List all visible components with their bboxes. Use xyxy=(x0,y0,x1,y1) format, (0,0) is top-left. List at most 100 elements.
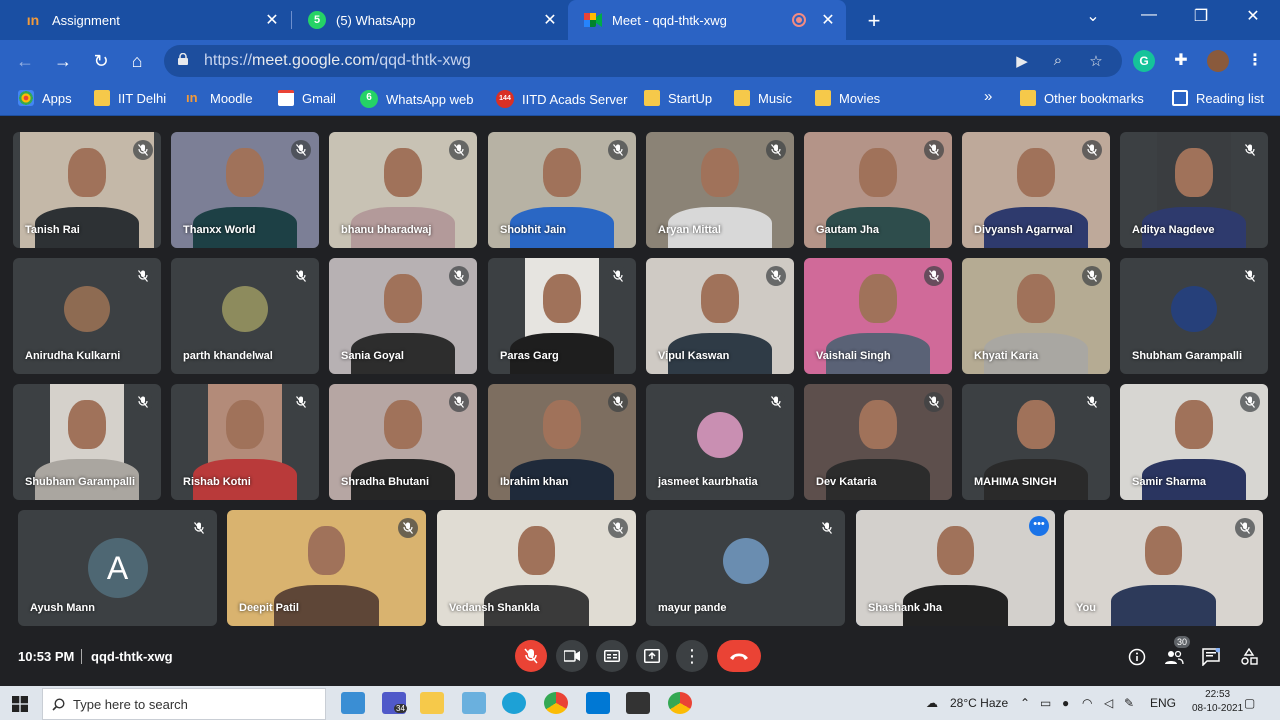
participant-tile[interactable]: Anirudha Kulkarni xyxy=(13,258,161,374)
participant-tile[interactable]: Tanish Rai xyxy=(13,132,161,248)
tab-assignment[interactable]: ın Assignment ✕ xyxy=(8,0,290,40)
file-explorer-icon[interactable] xyxy=(420,692,444,714)
bookmark-apps[interactable]: Apps xyxy=(18,90,72,106)
present-button[interactable] xyxy=(636,640,668,672)
close-icon[interactable]: ✕ xyxy=(264,10,280,30)
home-icon[interactable]: ⌂ xyxy=(124,48,150,74)
people-button[interactable] xyxy=(1163,646,1185,668)
new-tab-icon[interactable]: + xyxy=(862,8,886,34)
participant-tile[interactable]: Aryan Mittal xyxy=(646,132,794,248)
participant-tile[interactable]: A Ayush Mann xyxy=(18,510,217,626)
microphone-icon[interactable]: ● xyxy=(1062,696,1069,710)
back-icon[interactable]: ← xyxy=(12,48,38,74)
extensions-icon[interactable]: ✚ xyxy=(1170,50,1192,72)
tab-search-icon[interactable]: ⌄ xyxy=(1078,6,1108,26)
participant-tile[interactable]: Vipul Kaswan xyxy=(646,258,794,374)
address-bar[interactable]: https://meet.google.com/qqd-thtk-xwg ▶ ⌕… xyxy=(164,45,1122,77)
participant-tile[interactable]: jasmeet kaurbhatia xyxy=(646,384,794,500)
participant-tile[interactable]: Aditya Nagdeve xyxy=(1120,132,1268,248)
edge-icon[interactable] xyxy=(502,692,526,714)
participant-tile[interactable]: Gautam Jha xyxy=(804,132,952,248)
camera-toggle-button[interactable] xyxy=(556,640,588,672)
bookmark-other[interactable]: Other bookmarks xyxy=(1020,90,1144,106)
restore-icon[interactable]: ❐ xyxy=(1186,6,1216,26)
bookmarks-overflow-icon[interactable]: » xyxy=(984,88,992,105)
chrome-profile-icon[interactable] xyxy=(668,692,692,714)
participant-tile[interactable]: You xyxy=(1064,510,1263,626)
windows-start-icon[interactable] xyxy=(12,696,28,712)
bookmark-iitd-acads[interactable]: 144 IITD Acads Server xyxy=(496,90,627,108)
vscode-icon[interactable] xyxy=(586,692,610,714)
bookmark-iit-delhi[interactable]: IIT Delhi xyxy=(94,90,166,106)
participant-tile[interactable]: Divyansh Agarrwal xyxy=(962,132,1110,248)
leave-call-button[interactable] xyxy=(717,640,761,672)
close-icon[interactable]: ✕ xyxy=(820,10,836,30)
forward-icon[interactable]: → xyxy=(50,48,76,74)
tray-expand-icon[interactable]: ⌃ xyxy=(1020,696,1030,710)
participant-tile[interactable]: Paras Garg xyxy=(488,258,636,374)
participant-tile[interactable]: mayur pande xyxy=(646,510,845,626)
terminal-icon[interactable] xyxy=(626,692,650,714)
participant-tile[interactable]: Samir Sharma xyxy=(1120,384,1268,500)
teams-icon[interactable]: 34 xyxy=(382,692,407,714)
notepad-icon[interactable] xyxy=(462,692,486,714)
language-indicator[interactable]: ENG xyxy=(1150,696,1176,710)
mic-toggle-button[interactable] xyxy=(515,640,547,672)
close-window-icon[interactable]: ✕ xyxy=(1238,6,1268,26)
participant-tile[interactable]: Deepit Patil xyxy=(227,510,426,626)
participant-tile[interactable]: ••• Shashank Jha xyxy=(856,510,1055,626)
zoom-icon[interactable]: ⌕ xyxy=(1048,52,1068,72)
weather-text[interactable]: 28°C Haze xyxy=(950,696,1008,710)
meeting-details-button[interactable] xyxy=(1126,646,1148,668)
taskbar-search-box[interactable]: Type here to search xyxy=(42,688,326,720)
volume-icon[interactable]: ◁ xyxy=(1104,696,1113,710)
participant-tile[interactable]: parth khandelwal xyxy=(171,258,319,374)
participant-tile[interactable]: Rishab Kotni xyxy=(171,384,319,500)
participant-tile[interactable]: Shubham Garampalli xyxy=(13,384,161,500)
bookmark-star-icon[interactable]: ☆ xyxy=(1086,52,1106,72)
participant-tile[interactable]: Sania Goyal xyxy=(329,258,477,374)
menu-icon[interactable]: ⋮ xyxy=(1244,50,1266,72)
participant-tile[interactable]: bhanu bharadwaj xyxy=(329,132,477,248)
participant-tile[interactable]: MAHIMA SINGH xyxy=(962,384,1110,500)
avatar[interactable] xyxy=(1207,50,1229,72)
bookmark-startup[interactable]: StartUp xyxy=(644,90,712,106)
bookmark-music[interactable]: Music xyxy=(734,90,792,106)
participant-tile[interactable]: Thanxx World xyxy=(171,132,319,248)
pen-icon[interactable]: ✎ xyxy=(1124,696,1134,710)
grammarly-icon[interactable]: G xyxy=(1133,50,1155,72)
tile-options-icon[interactable]: ••• xyxy=(1029,516,1049,536)
minimize-icon[interactable]: — xyxy=(1134,6,1164,24)
tab-whatsapp[interactable]: 5 (5) WhatsApp ✕ xyxy=(292,0,568,40)
weather-icon[interactable]: ☁ xyxy=(926,696,938,710)
task-view-icon[interactable] xyxy=(341,692,365,714)
participant-tile[interactable]: Shubham Garampalli xyxy=(1120,258,1268,374)
participant-tile[interactable]: Vedansh Shankla xyxy=(437,510,636,626)
reading-list[interactable]: Reading list xyxy=(1172,90,1264,106)
chrome-icon[interactable] xyxy=(544,692,568,714)
wifi-icon[interactable]: ◠ xyxy=(1082,696,1092,710)
camera-icon[interactable]: ▶ xyxy=(1012,52,1032,72)
taskbar-clock[interactable]: 22:53 08-10-2021 xyxy=(1192,688,1243,716)
chat-button[interactable] xyxy=(1200,646,1222,668)
captions-button[interactable] xyxy=(596,640,628,672)
bookmark-gmail[interactable]: Gmail xyxy=(278,90,336,106)
more-options-button[interactable]: ⋮ xyxy=(676,640,708,672)
bookmark-movies[interactable]: Movies xyxy=(815,90,880,106)
reload-icon[interactable]: ↻ xyxy=(88,48,114,74)
participant-face xyxy=(859,274,897,323)
battery-icon[interactable]: ▭ xyxy=(1040,696,1051,710)
bookmark-moodle[interactable]: ın Moodle xyxy=(186,90,253,106)
tab-meet[interactable]: Meet - qqd-thtk-xwg ✕ xyxy=(568,0,846,40)
bookmark-whatsapp-web[interactable]: 6 WhatsApp web xyxy=(360,90,473,108)
participant-tile[interactable]: Ibrahim khan xyxy=(488,384,636,500)
participant-tile[interactable]: Khyati Karia xyxy=(962,258,1110,374)
participant-tile[interactable]: Shradha Bhutani xyxy=(329,384,477,500)
mic-off-icon xyxy=(608,518,628,538)
activities-button[interactable] xyxy=(1238,646,1260,668)
participant-tile[interactable]: Vaishali Singh xyxy=(804,258,952,374)
participant-tile[interactable]: Shobhit Jain xyxy=(488,132,636,248)
notifications-icon[interactable]: ▢ xyxy=(1244,696,1255,710)
participant-tile[interactable]: Dev Kataria xyxy=(804,384,952,500)
close-icon[interactable]: ✕ xyxy=(542,10,558,30)
